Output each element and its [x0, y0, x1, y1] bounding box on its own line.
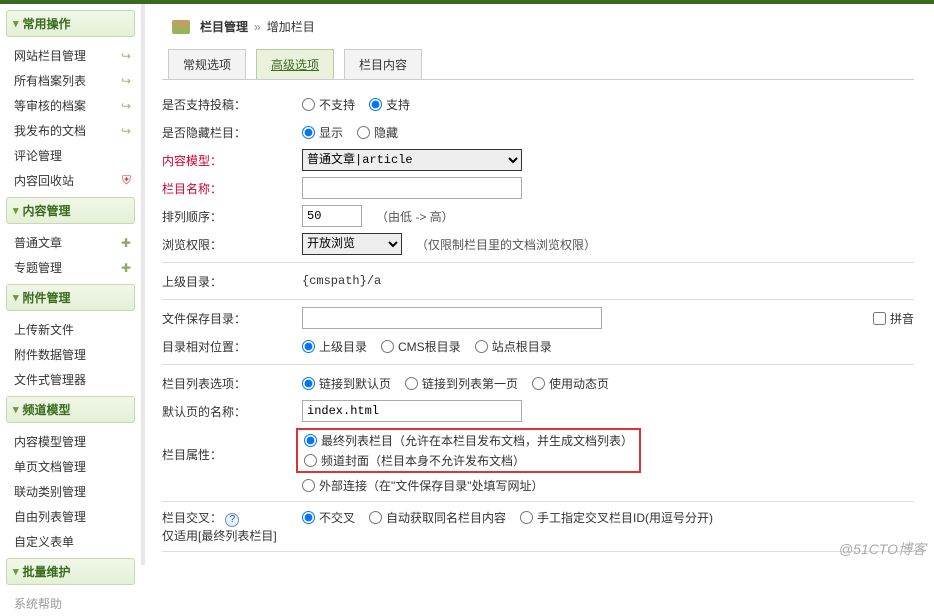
add-icon: ✚: [121, 236, 131, 250]
radio-listopt-b[interactable]: [405, 377, 418, 390]
label-name: 栏目名称：: [162, 180, 302, 197]
arrow-icon: ↪: [121, 49, 131, 63]
radio-hidden-hide[interactable]: [357, 126, 370, 139]
radio-attr-a[interactable]: [304, 434, 317, 447]
tabs: 常规选项 高级选项 栏目内容: [162, 49, 914, 80]
side-item[interactable]: 等审核的档案↪: [0, 93, 141, 118]
radio-relpos-b[interactable]: [381, 340, 394, 353]
label-attr: 栏目属性：: [162, 428, 302, 463]
side-item[interactable]: 网站栏目管理↪: [0, 43, 141, 68]
radio-relpos-c[interactable]: [475, 340, 488, 353]
label-browse: 浏览权限：: [162, 236, 302, 253]
cross-note: 仅适用[最终列表栏目]: [162, 529, 277, 543]
book-icon: [172, 20, 190, 34]
side-group-common[interactable]: 常用操作: [6, 10, 135, 37]
label-listopt: 栏目列表选项：: [162, 375, 302, 392]
add-icon: ✚: [121, 261, 131, 275]
radio-submit-no[interactable]: [302, 98, 315, 111]
label-savepath: 文件保存目录：: [162, 310, 302, 327]
side-item[interactable]: 文件式管理器: [0, 367, 141, 392]
attr-highlight-box: 最终列表栏目（允许在本栏目发布文档，并生成文档列表） 频道封面（栏目本身不允许发…: [296, 428, 641, 473]
sidebar: 常用操作 网站栏目管理↪ 所有档案列表↪ 等审核的档案↪ 我发布的文档↪ 评论管…: [0, 4, 142, 565]
side-item[interactable]: 附件数据管理: [0, 342, 141, 367]
arrow-icon: ↪: [121, 99, 131, 113]
side-item[interactable]: 自定义表单: [0, 529, 141, 554]
side-item[interactable]: 内容模型管理: [0, 429, 141, 454]
label-hidden: 是否隐藏栏目：: [162, 124, 302, 141]
input-defpage[interactable]: [302, 400, 522, 422]
side-item[interactable]: 我发布的文档↪: [0, 118, 141, 143]
label-relpos: 目录相对位置：: [162, 338, 302, 355]
side-group-channel[interactable]: 频道模型: [6, 396, 135, 423]
main-content: 栏目管理»增加栏目 常规选项 高级选项 栏目内容 是否支持投稿： 不支持 支持 …: [142, 4, 934, 565]
label-parent: 上级目录：: [162, 273, 302, 290]
label-model: 内容模型：: [162, 152, 302, 169]
side-item[interactable]: 所有档案列表↪: [0, 68, 141, 93]
label-submit: 是否支持投稿：: [162, 96, 302, 113]
side-item[interactable]: 系统帮助: [0, 591, 141, 616]
radio-hidden-show[interactable]: [302, 126, 315, 139]
radio-listopt-c[interactable]: [532, 377, 545, 390]
radio-relpos-a[interactable]: [302, 340, 315, 353]
watermark: @51CTO博客: [839, 539, 926, 559]
radio-attr-c[interactable]: [302, 479, 315, 492]
browse-note: （仅限制栏目里的文档浏览权限）: [416, 236, 596, 253]
crumb-b: 增加栏目: [267, 20, 315, 34]
label-order: 排列顺序：: [162, 208, 302, 225]
crumb-sep: »: [254, 20, 261, 34]
radio-cross-a[interactable]: [302, 511, 315, 524]
radio-attr-b[interactable]: [304, 454, 317, 467]
checkbox-pinyin[interactable]: [873, 312, 886, 325]
breadcrumb: 栏目管理 » 增加栏目: [162, 12, 914, 49]
order-note: （由低 -> 高）: [376, 208, 454, 225]
input-order[interactable]: [302, 205, 362, 227]
radio-submit-yes[interactable]: [369, 98, 382, 111]
arrow-icon: ↪: [121, 124, 131, 138]
radio-listopt-a[interactable]: [302, 377, 315, 390]
side-item[interactable]: 自由列表管理: [0, 504, 141, 529]
radio-cross-c[interactable]: [520, 511, 533, 524]
crumb-a[interactable]: 栏目管理: [200, 20, 248, 34]
arrow-icon: ↪: [121, 74, 131, 88]
side-item[interactable]: 普通文章✚: [0, 230, 141, 255]
label-cross: 栏目交叉： ? 仅适用[最终列表栏目]: [162, 509, 302, 544]
tab-content[interactable]: 栏目内容: [344, 49, 422, 79]
side-item[interactable]: 上传新文件: [0, 317, 141, 342]
side-group-content[interactable]: 内容管理: [6, 197, 135, 224]
side-item[interactable]: 专题管理✚: [0, 255, 141, 280]
shield-icon: ⛨: [122, 173, 131, 188]
side-item[interactable]: 联动类别管理: [0, 479, 141, 504]
label-defpage: 默认页的名称：: [162, 403, 302, 420]
parent-value: {cmspath}/a: [302, 274, 381, 288]
side-item[interactable]: 内容回收站⛨: [0, 168, 141, 193]
side-group-attach[interactable]: 附件管理: [6, 284, 135, 311]
side-group-batch[interactable]: 批量维护: [6, 558, 135, 585]
tab-advanced[interactable]: 高级选项: [256, 49, 334, 79]
input-savepath[interactable]: [302, 307, 602, 329]
side-item[interactable]: 单页文档管理: [0, 454, 141, 479]
select-browse[interactable]: 开放浏览: [302, 233, 402, 255]
input-name[interactable]: [302, 177, 522, 199]
side-item[interactable]: 评论管理: [0, 143, 141, 168]
tab-general[interactable]: 常规选项: [168, 49, 246, 79]
radio-cross-b[interactable]: [369, 511, 382, 524]
help-icon[interactable]: ?: [225, 513, 239, 527]
select-model[interactable]: 普通文章|article: [302, 149, 522, 171]
